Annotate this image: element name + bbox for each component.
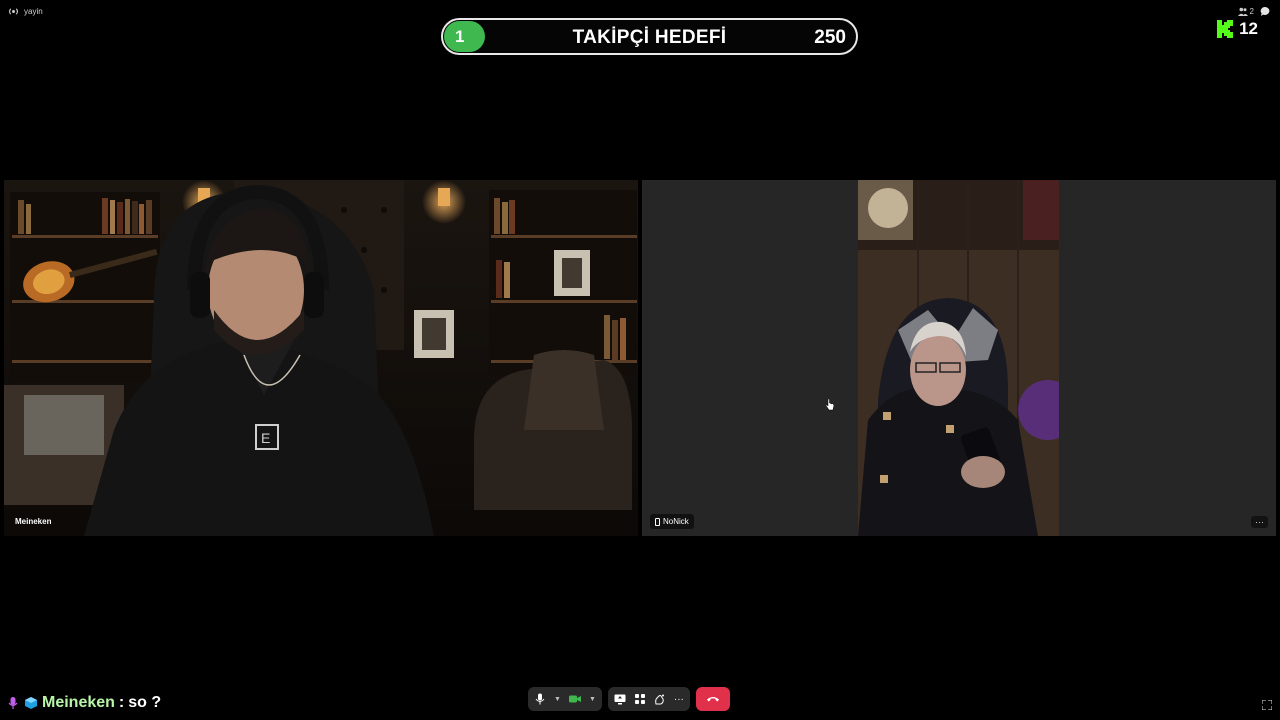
goal-title: TAKİPÇİ HEDEFİ — [572, 27, 727, 48]
broadcast-icon — [9, 8, 18, 15]
microphone-badge-icon — [8, 697, 18, 709]
video-tile-nonick[interactable]: NoNick ··· — [642, 180, 1276, 536]
hand-cursor-icon — [825, 398, 835, 414]
people-icon — [1237, 7, 1248, 16]
media-controls-group: ▼ ▼ — [528, 687, 602, 711]
call-controls: ▼ ▼ ··· — [528, 687, 730, 711]
goal-target: 250 — [814, 27, 846, 48]
camera-options-chevron-icon[interactable]: ▼ — [589, 696, 596, 703]
top-right-status: 2 — [1237, 6, 1271, 17]
chat-text: so ? — [128, 694, 162, 711]
cube-badge-icon — [25, 697, 37, 709]
grid-icon[interactable] — [634, 693, 646, 705]
more-options-button[interactable]: ··· — [674, 693, 684, 705]
tile-name-label: NoNick — [650, 514, 694, 529]
tile-name-text: NoNick — [663, 517, 689, 526]
follower-goal-bar: 1 TAKİPÇİ HEDEFİ 250 — [441, 18, 858, 55]
svg-text:E: E — [261, 430, 270, 446]
channel-indicator: yayin — [8, 6, 43, 17]
expand-icon[interactable] — [1262, 700, 1272, 710]
chat-bubble-icon[interactable] — [1260, 6, 1271, 17]
tools-controls-group: ··· — [607, 687, 690, 711]
camera-icon[interactable] — [568, 693, 581, 705]
video-tile-meineken[interactable]: E Meineken — [4, 180, 638, 536]
kick-viewer-counter: 12 — [1217, 19, 1258, 39]
phone-camera-feed — [858, 180, 1059, 536]
screen-share-icon[interactable] — [614, 693, 626, 705]
viewer-count: 12 — [1239, 19, 1258, 38]
microphone-icon[interactable] — [534, 693, 546, 705]
hang-up-icon — [706, 697, 719, 702]
phone-icon — [655, 517, 660, 526]
chat-message: Meineken : so ? — [6, 694, 161, 712]
webcam-video-feed: E — [4, 180, 638, 536]
participants-count: 2 — [1249, 7, 1254, 16]
chat-username: Meineken — [42, 694, 115, 711]
tile-more-button[interactable]: ··· — [1251, 516, 1268, 528]
leave-call-button[interactable] — [695, 687, 730, 711]
tile-name-label: Meineken — [15, 517, 52, 526]
reaction-icon[interactable] — [654, 693, 666, 705]
mic-options-chevron-icon[interactable]: ▼ — [554, 696, 561, 703]
kick-logo — [1217, 20, 1234, 38]
channel-name: yayin — [24, 7, 43, 16]
chat-separator: : — [118, 694, 125, 711]
participants-indicator[interactable]: 2 — [1237, 7, 1254, 16]
